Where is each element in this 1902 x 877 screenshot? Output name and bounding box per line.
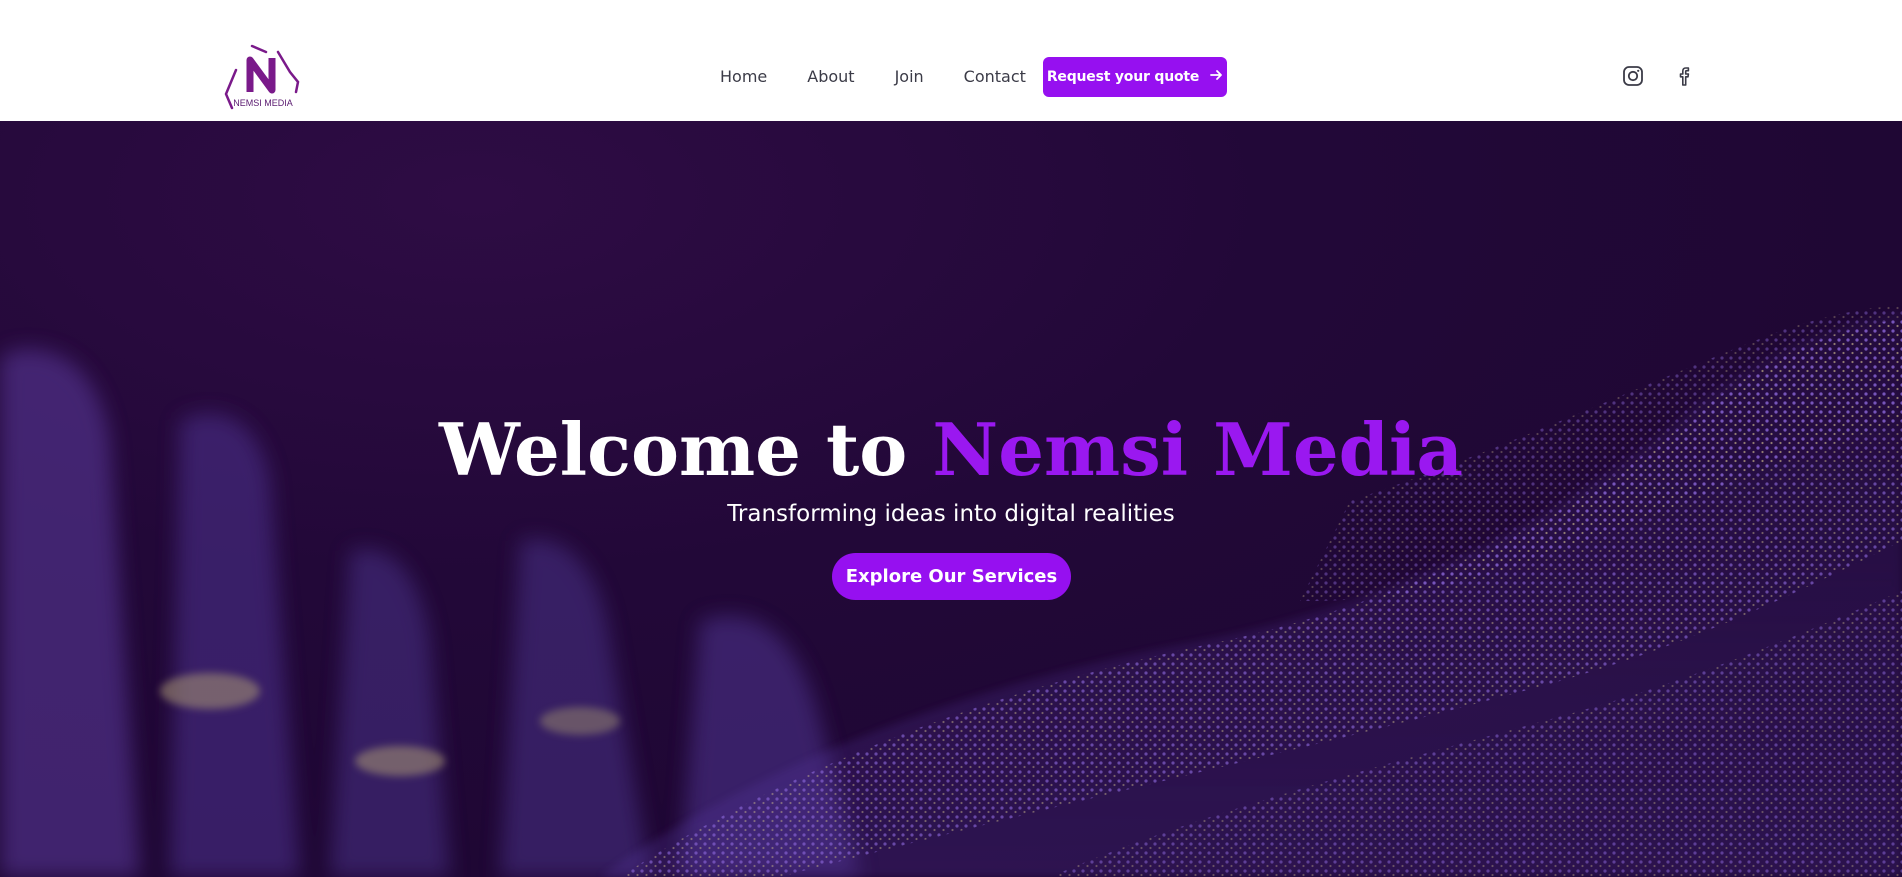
nav-link-join[interactable]: Join (895, 67, 924, 86)
particle-wave-background (0, 306, 1902, 877)
request-quote-label: Request your quote (1046, 69, 1200, 85)
hero-subtitle: Transforming ideas into digital realitie… (727, 501, 1175, 527)
navbar: NEMSI MEDIA Home About Join Contact Requ… (0, 0, 1902, 121)
nav-link-contact[interactable]: Contact (964, 67, 1026, 86)
hero-title-prefix: Welcome to (438, 407, 933, 492)
request-quote-button[interactable]: Request your quote (1043, 57, 1227, 97)
instagram-icon[interactable] (1621, 64, 1645, 88)
facebook-icon[interactable] (1673, 64, 1697, 88)
logo[interactable]: NEMSI MEDIA (222, 42, 304, 112)
explore-services-button[interactable]: Explore Our Services (832, 553, 1071, 600)
logo-text: NEMSI MEDIA (233, 98, 293, 108)
arrow-right-icon (1209, 68, 1223, 86)
nav-link-about[interactable]: About (807, 67, 854, 86)
main-nav: Home About Join Contact (720, 56, 1026, 96)
hero-section: Welcome to Nemsi Media Transforming idea… (0, 121, 1902, 877)
hero-title-accent: Nemsi Media (932, 407, 1464, 492)
hero-title: Welcome to Nemsi Media (0, 407, 1902, 492)
nav-link-home[interactable]: Home (720, 67, 767, 86)
